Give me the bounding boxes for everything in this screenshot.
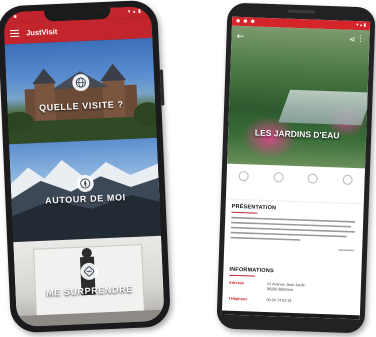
right-phone: ● ● ● ▾ ▴ ▮ ← ⋖ ⋮ LES JARDINS D'EAU PRÉS… <box>216 2 376 334</box>
more-icon[interactable]: ⋮ <box>356 34 364 43</box>
pond <box>278 89 370 126</box>
presentation-heading: PRÉSENTATION <box>231 203 277 212</box>
bottom-edge <box>221 310 360 320</box>
hamburger-icon[interactable] <box>9 29 20 38</box>
read-more-link[interactable] <box>338 249 355 254</box>
action-item[interactable] <box>295 173 330 202</box>
left-phone: ▪ ▾ ▴ ▮ JustVisit QUELLE VISITE ? AUTOUR… <box>0 0 172 334</box>
info-key: Téléphone <box>228 296 248 302</box>
tile-autour-de-moi[interactable]: AUTOUR DE MOI <box>8 137 162 243</box>
dice-icon <box>79 262 98 281</box>
action-item[interactable] <box>260 172 295 201</box>
action-icon <box>273 172 284 183</box>
product-photo: ▪ ▾ ▴ ▮ JustVisit QUELLE VISITE ? AUTOUR… <box>0 0 376 337</box>
divider <box>231 211 258 214</box>
action-icon <box>307 173 319 184</box>
app-title: JustVisit <box>25 27 58 38</box>
back-arrow-icon[interactable]: ← <box>236 32 244 42</box>
speaker-grille <box>287 9 316 14</box>
info-value: 13 Avenue Jean Jardin 89200 Bâtiment <box>266 282 306 292</box>
action-item[interactable] <box>226 171 261 200</box>
action-row <box>225 163 366 205</box>
info-row-phone: Téléphone 00 00 74 03 61 <box>228 297 354 311</box>
informations-heading: INFORMATIONS <box>229 266 274 275</box>
status-icons: ▾ ▴ ▮ <box>127 8 142 15</box>
presentation-text <box>230 216 357 249</box>
hero-title: LES JARDINS D'EAU <box>254 127 340 141</box>
side-button <box>159 69 165 106</box>
compass-icon <box>75 174 94 193</box>
info-row-address: Adresse 13 Avenue Jean Jardin 89200 Bâti… <box>229 281 355 295</box>
info-key: Adresse <box>228 280 245 286</box>
divider <box>229 274 256 277</box>
right-phone-screen: ● ● ● ▾ ▴ ▮ ← ⋖ ⋮ LES JARDINS D'EAU PRÉS… <box>221 16 371 320</box>
tile-quelle-visite[interactable]: QUELLE VISITE ? <box>4 37 157 145</box>
action-icon <box>238 171 250 182</box>
gallery-image <box>16 244 165 328</box>
action-icon <box>342 174 353 185</box>
tile-me-surprendre[interactable]: ME SURPRENDRE <box>13 235 165 328</box>
share-icon[interactable]: ⋖ <box>349 35 356 44</box>
info-value[interactable]: 00 00 74 03 61 <box>266 298 291 303</box>
left-phone-screen: ▪ ▾ ▴ ▮ JustVisit QUELLE VISITE ? AUTOUR… <box>3 5 165 328</box>
action-item[interactable] <box>329 174 364 203</box>
status-time: ▪ <box>13 13 17 20</box>
globe-icon <box>71 73 90 92</box>
status-icons: ▾ ▴ ▮ <box>356 23 367 29</box>
hero-image: ← ⋖ ⋮ LES JARDINS D'EAU <box>227 25 370 169</box>
text-lines <box>230 216 356 241</box>
